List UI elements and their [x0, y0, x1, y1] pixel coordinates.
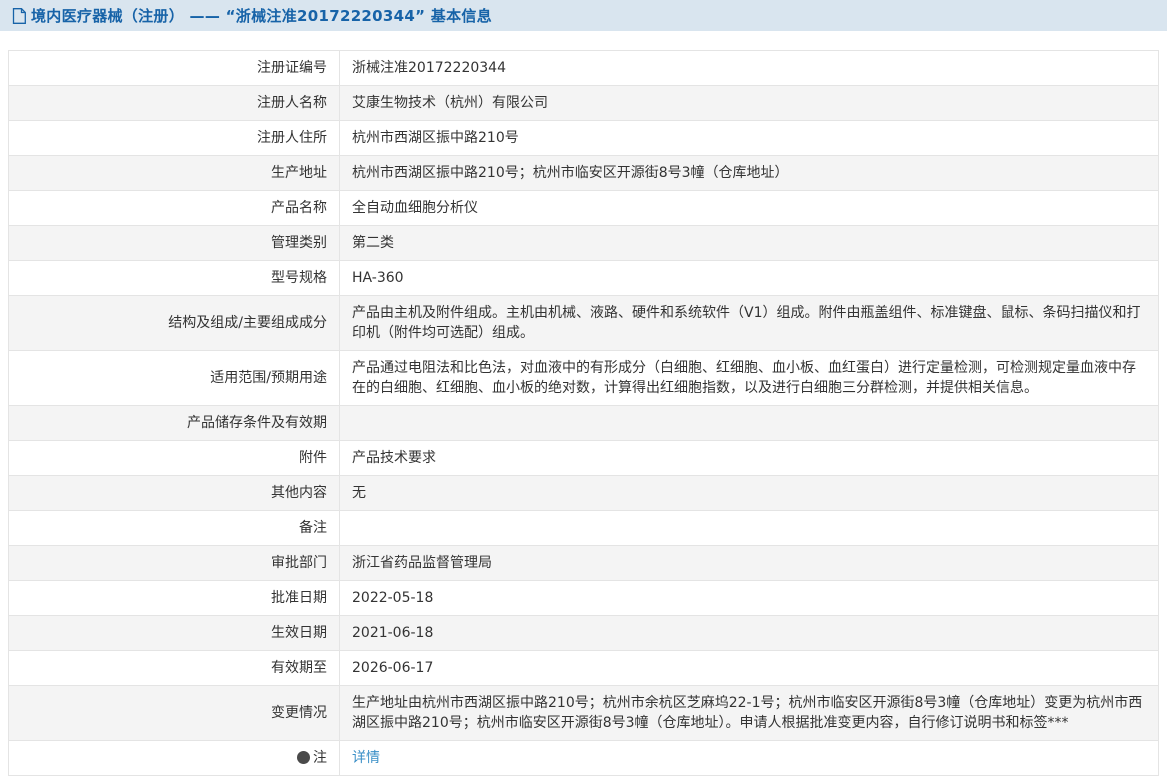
table-row: 适用范围/预期用途 产品通过电阻法和比色法，对血液中的有形成分（白细胞、红细胞、…	[9, 351, 1159, 406]
row-value: 详情	[340, 741, 1159, 776]
table-row: 批准日期 2022-05-18	[9, 581, 1159, 616]
row-label: 注册人名称	[9, 86, 340, 121]
table-row: 备注	[9, 511, 1159, 546]
row-label: 结构及组成/主要组成成分	[9, 296, 340, 351]
row-value: 杭州市西湖区振中路210号	[340, 121, 1159, 156]
table-row: 有效期至 2026-06-17	[9, 651, 1159, 686]
table-row: 注 详情	[9, 741, 1159, 776]
table-row: 注册证编号 浙械注准20172220344	[9, 51, 1159, 86]
row-label: 管理类别	[9, 226, 340, 261]
document-icon	[12, 8, 26, 24]
row-label: 审批部门	[9, 546, 340, 581]
table-row: 注册人住所 杭州市西湖区振中路210号	[9, 121, 1159, 156]
row-value: 产品通过电阻法和比色法，对血液中的有形成分（白细胞、红细胞、血小板、血红蛋白）进…	[340, 351, 1159, 406]
row-value: 产品由主机及附件组成。主机由机械、液路、硬件和系统软件（V1）组成。附件由瓶盖组…	[340, 296, 1159, 351]
row-label: 型号规格	[9, 261, 340, 296]
row-value: 全自动血细胞分析仪	[340, 191, 1159, 226]
table-row: 附件 产品技术要求	[9, 441, 1159, 476]
page-header: 境内医疗器械（注册） —— “浙械注准20172220344” 基本信息	[0, 0, 1167, 31]
table-row: 生产地址 杭州市西湖区振中路210号；杭州市临安区开源街8号3幢（仓库地址）	[9, 156, 1159, 191]
row-label: 生产地址	[9, 156, 340, 191]
row-value	[340, 406, 1159, 441]
table-row: 管理类别 第二类	[9, 226, 1159, 261]
row-value: 浙械注准20172220344	[340, 51, 1159, 86]
row-value	[340, 511, 1159, 546]
table-row: 变更情况 生产地址由杭州市西湖区振中路210号；杭州市余杭区芝麻坞22-1号；杭…	[9, 686, 1159, 741]
row-label: 备注	[9, 511, 340, 546]
row-value: 无	[340, 476, 1159, 511]
row-label: 注	[9, 741, 340, 776]
table-row: 审批部门 浙江省药品监督管理局	[9, 546, 1159, 581]
row-value: 艾康生物技术（杭州）有限公司	[340, 86, 1159, 121]
table-row: 产品名称 全自动血细胞分析仪	[9, 191, 1159, 226]
row-value: 产品技术要求	[340, 441, 1159, 476]
row-label: 其他内容	[9, 476, 340, 511]
row-label: 变更情况	[9, 686, 340, 741]
row-value: 2021-06-18	[340, 616, 1159, 651]
row-label: 批准日期	[9, 581, 340, 616]
registration-info-table: 注册证编号 浙械注准20172220344 注册人名称 艾康生物技术（杭州）有限…	[8, 50, 1159, 776]
table-row: 生效日期 2021-06-18	[9, 616, 1159, 651]
row-value: 杭州市西湖区振中路210号；杭州市临安区开源街8号3幢（仓库地址）	[340, 156, 1159, 191]
table-row: 型号规格 HA-360	[9, 261, 1159, 296]
table-row: 其他内容 无	[9, 476, 1159, 511]
row-value: HA-360	[340, 261, 1159, 296]
row-label: 产品名称	[9, 191, 340, 226]
row-label: 注册证编号	[9, 51, 340, 86]
row-value: 第二类	[340, 226, 1159, 261]
row-value: 2026-06-17	[340, 651, 1159, 686]
row-value: 生产地址由杭州市西湖区振中路210号；杭州市余杭区芝麻坞22-1号；杭州市临安区…	[340, 686, 1159, 741]
row-label: 生效日期	[9, 616, 340, 651]
row-value: 浙江省药品监督管理局	[340, 546, 1159, 581]
row-label: 产品储存条件及有效期	[9, 406, 340, 441]
row-label-text: 注	[313, 750, 327, 766]
row-label: 注册人住所	[9, 121, 340, 156]
row-label: 适用范围/预期用途	[9, 351, 340, 406]
row-label: 附件	[9, 441, 340, 476]
table-row: 注册人名称 艾康生物技术（杭州）有限公司	[9, 86, 1159, 121]
row-label: 有效期至	[9, 651, 340, 686]
table-row: 结构及组成/主要组成成分 产品由主机及附件组成。主机由机械、液路、硬件和系统软件…	[9, 296, 1159, 351]
table-row: 产品储存条件及有效期	[9, 406, 1159, 441]
note-icon	[297, 751, 310, 764]
row-value: 2022-05-18	[340, 581, 1159, 616]
page-title: 境内医疗器械（注册） —— “浙械注准20172220344” 基本信息	[31, 5, 492, 26]
detail-link[interactable]: 详情	[352, 750, 380, 766]
